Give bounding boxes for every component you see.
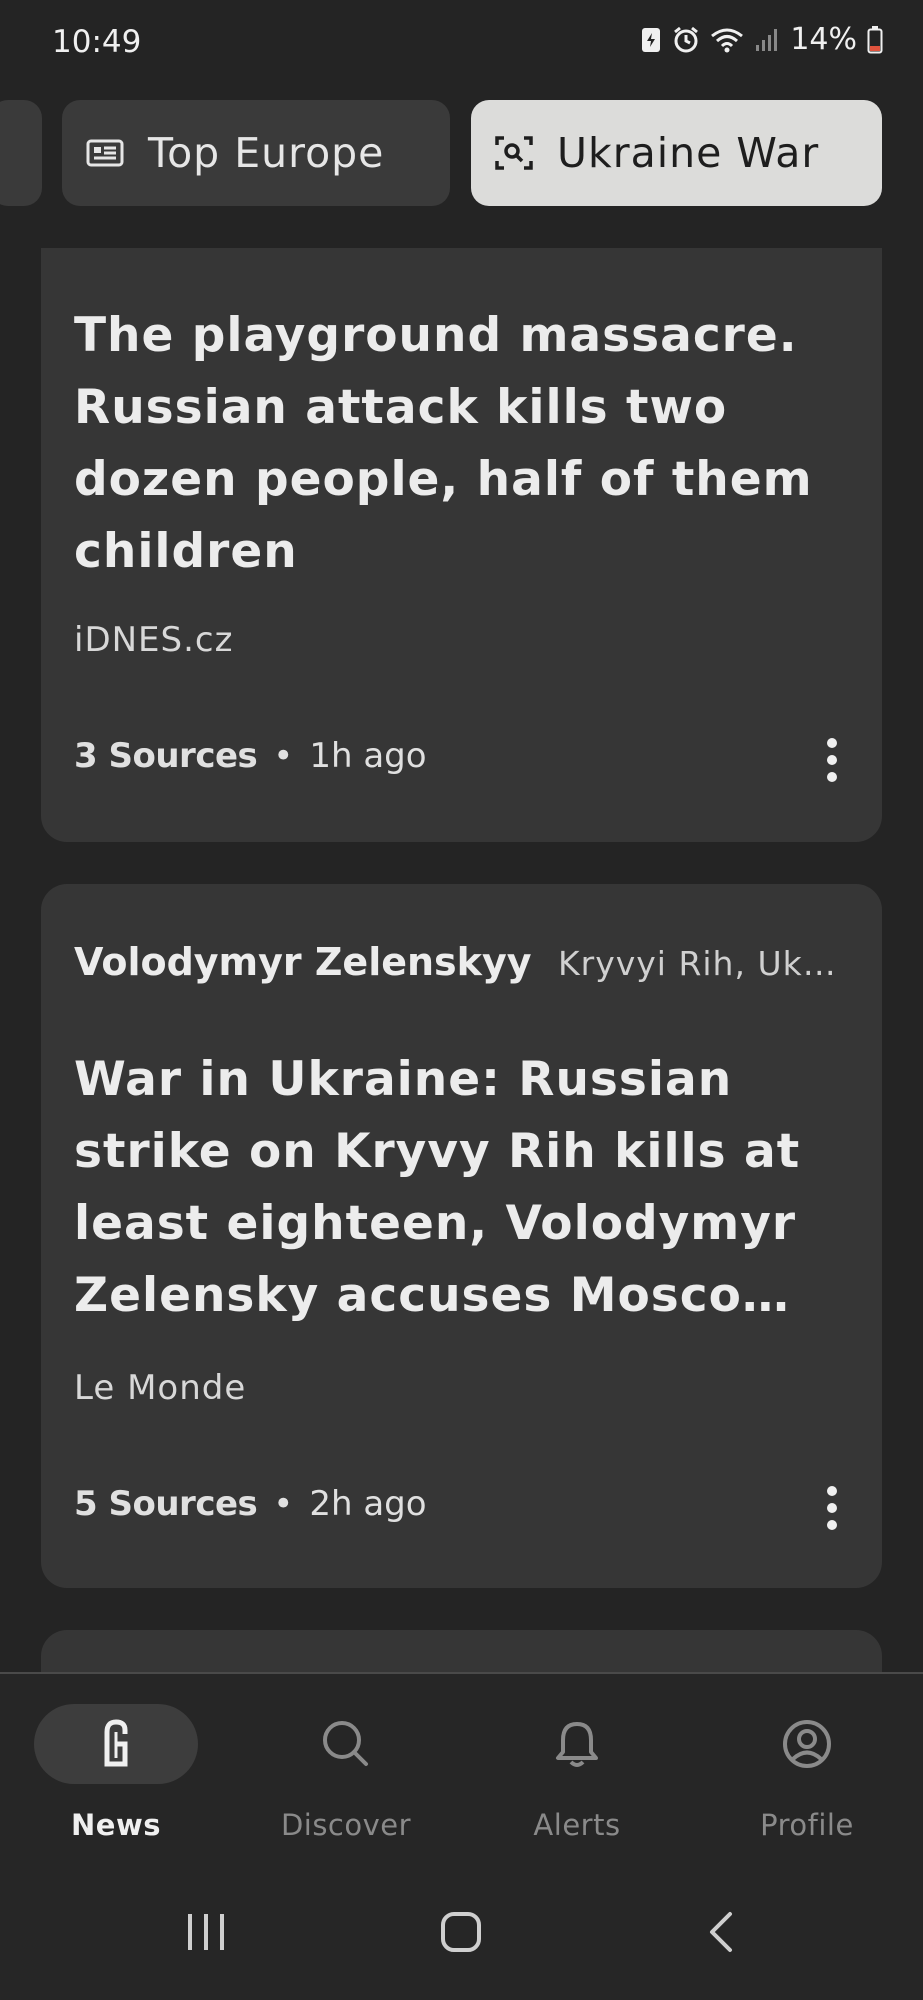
story-card[interactable]: Volodymyr Zelenskyy Kryvyi Rih, Uk… War …	[41, 884, 882, 1588]
profile-icon	[725, 1704, 889, 1784]
nav-label: Alerts	[533, 1808, 621, 1842]
tab-top-europe[interactable]: Top Europe	[62, 100, 450, 206]
story-card[interactable]: The playground massacre. Russian attack …	[41, 248, 882, 842]
battery-icon	[867, 25, 883, 53]
battery-saver-icon	[642, 27, 661, 52]
status-icons: 14%	[640, 22, 883, 57]
story-time: 2h ago	[309, 1484, 427, 1524]
story-topic[interactable]: Volodymyr Zelenskyy	[74, 940, 531, 984]
more-options-icon[interactable]	[826, 1486, 838, 1530]
tab-label: Top Europe	[148, 129, 385, 177]
wifi-icon	[711, 28, 744, 52]
status-time: 10:49	[52, 24, 142, 60]
bell-icon	[495, 1704, 659, 1784]
tab-label: Ukraine War	[557, 129, 820, 177]
story-meta: 5 Sources • 2h ago	[74, 1484, 427, 1524]
focus-search-icon	[495, 136, 533, 170]
tab-previous[interactable]	[0, 100, 42, 206]
sources-count[interactable]: 3 Sources	[74, 736, 258, 776]
newspaper-icon	[86, 139, 124, 167]
story-headline[interactable]: The playground massacre. Russian attack …	[74, 300, 854, 588]
nav-label: Discover	[280, 1808, 412, 1842]
home-icon[interactable]	[439, 1910, 483, 1954]
search-icon	[264, 1704, 428, 1784]
battery-percent: 14%	[790, 22, 857, 57]
signal-icon	[756, 28, 778, 51]
more-options-icon[interactable]	[826, 738, 838, 782]
nav-label: Profile	[760, 1808, 854, 1842]
back-icon[interactable]	[700, 1910, 744, 1954]
sources-count[interactable]: 5 Sources	[74, 1484, 258, 1524]
story-time: 1h ago	[309, 736, 427, 776]
story-publisher: Le Monde	[74, 1368, 247, 1408]
story-location: Kryvyi Rih, Uk…	[558, 944, 837, 983]
recent-apps-icon[interactable]	[184, 1910, 228, 1954]
separator-dot: •	[273, 736, 294, 776]
story-meta: 3 Sources • 1h ago	[74, 736, 427, 776]
story-headline[interactable]: War in Ukraine: Russian strike on Kryvy …	[74, 1044, 854, 1332]
nav-label: News	[71, 1808, 161, 1842]
ground-news-logo-icon	[34, 1704, 198, 1784]
separator-dot: •	[273, 1484, 294, 1524]
alarm-icon	[674, 26, 699, 52]
tab-ukraine-war[interactable]: Ukraine War	[471, 100, 882, 206]
story-publisher: iDNES.cz	[74, 620, 234, 660]
